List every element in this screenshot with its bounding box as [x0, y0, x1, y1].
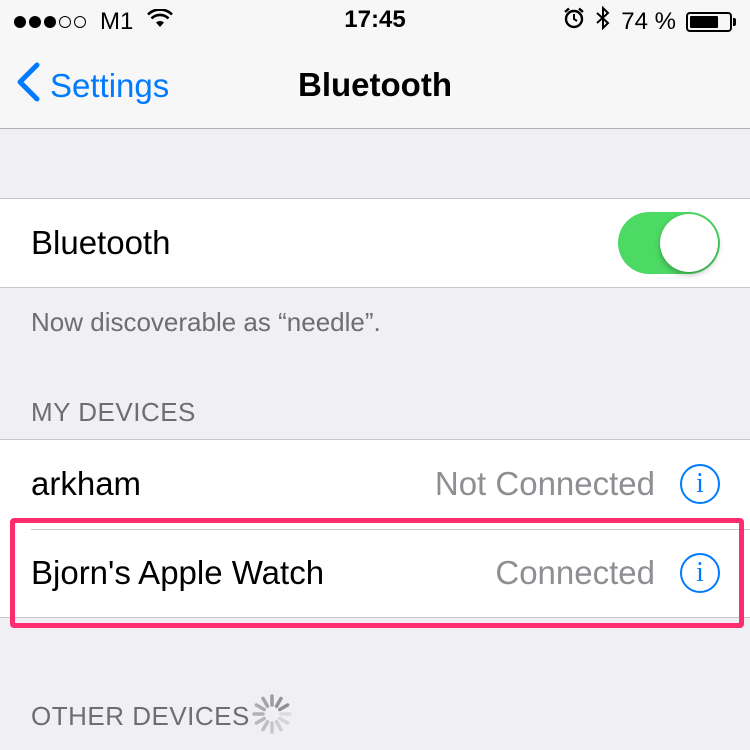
- bluetooth-group: Bluetooth: [0, 198, 750, 288]
- device-name: Bjorn's Apple Watch: [31, 554, 325, 591]
- battery-tip: [733, 17, 736, 26]
- my-devices-header: MY DEVICES: [31, 397, 196, 427]
- device-status: Connected: [495, 554, 655, 591]
- battery-icon: [686, 11, 736, 32]
- info-icon[interactable]: i: [680, 464, 720, 504]
- alarm-icon: [563, 7, 585, 36]
- navigation-bar: Settings Bluetooth: [0, 40, 750, 129]
- bluetooth-icon: [595, 5, 611, 37]
- toggle-knob: [660, 214, 718, 272]
- device-status: Not Connected: [434, 465, 655, 502]
- page-title: Bluetooth: [298, 66, 452, 103]
- other-devices-header: OTHER DEVICES: [31, 701, 250, 731]
- my-devices-list: arkham Not Connected i Bjorn's Apple Wat…: [0, 439, 750, 618]
- bluetooth-toggle[interactable]: [618, 212, 720, 274]
- device-name: arkham: [31, 465, 142, 502]
- battery-percent: 74 %: [621, 7, 676, 35]
- status-right: 74 %: [563, 5, 736, 37]
- loading-spinner-icon: [252, 694, 292, 734]
- info-icon[interactable]: i: [680, 553, 720, 593]
- device-row-apple-watch[interactable]: Bjorn's Apple Watch Connected i: [0, 529, 750, 617]
- screen: M1 17:45 74 % Settings Bluetooth Bluetoo…: [0, 0, 750, 750]
- battery-body: [686, 11, 732, 32]
- device-row-arkham[interactable]: arkham Not Connected i: [0, 440, 750, 528]
- status-bar: M1 17:45 74 %: [0, 0, 750, 40]
- bluetooth-label: Bluetooth: [31, 224, 171, 261]
- discoverable-text: Now discoverable as “needle”.: [31, 307, 381, 337]
- bluetooth-toggle-row: Bluetooth: [0, 199, 750, 287]
- battery-fill: [690, 15, 719, 28]
